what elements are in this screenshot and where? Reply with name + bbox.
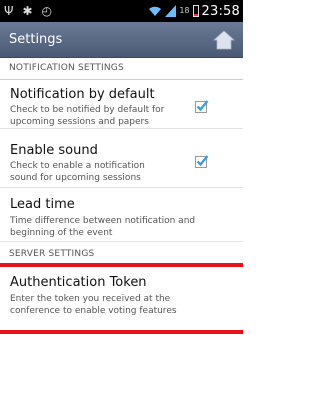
battery-level: 18 bbox=[179, 6, 190, 15]
pref-summary: Enter the token you received at the bbox=[10, 294, 171, 304]
pref-summary: sound for upcoming sessions bbox=[10, 173, 141, 183]
clock: 23:58 bbox=[201, 3, 240, 19]
enable-sound-checkbox[interactable] bbox=[195, 154, 209, 168]
section-label: SERVER SETTINGS bbox=[9, 249, 95, 259]
android-debug-icon: ✱ bbox=[22, 4, 33, 18]
status-right: 18 23:58 bbox=[148, 2, 240, 20]
pref-authentication-token[interactable]: Authentication Token Enter the token you… bbox=[0, 270, 243, 320]
pref-summary: Time difference between notification and bbox=[10, 216, 196, 226]
notification-default-checkbox[interactable] bbox=[195, 99, 209, 113]
status-left-icons: Ψ ✱ ◴ bbox=[4, 3, 52, 19]
section-label: NOTIFICATION SETTINGS bbox=[9, 63, 124, 73]
signal-icon bbox=[165, 5, 177, 17]
pref-title: Notification by default bbox=[10, 87, 155, 102]
pref-title: Authentication Token bbox=[10, 275, 147, 290]
pref-summary: conference to enable voting features bbox=[10, 306, 177, 316]
battery-icon bbox=[192, 5, 199, 17]
usb-icon: Ψ bbox=[4, 4, 14, 18]
pref-notification-default[interactable]: Notification by default Check to be noti… bbox=[0, 81, 243, 129]
settings-list: NOTIFICATION SETTINGS Notification by de… bbox=[0, 58, 243, 396]
highlight-line-top bbox=[0, 263, 243, 267]
alarm-icon: ◴ bbox=[41, 4, 52, 18]
pref-summary: Check to enable a notification bbox=[10, 161, 145, 171]
page-title: Settings bbox=[9, 32, 63, 47]
pref-summary: Check to be notified by default for bbox=[10, 105, 165, 115]
wifi-icon bbox=[149, 6, 162, 16]
highlight-line-bottom bbox=[0, 330, 243, 334]
home-icon[interactable] bbox=[213, 30, 235, 50]
status-bar: Ψ ✱ ◴ 18 23:58 bbox=[0, 0, 243, 22]
section-header-notification: NOTIFICATION SETTINGS bbox=[0, 58, 243, 80]
pref-summary: upcoming sessions and papers bbox=[10, 117, 149, 127]
pref-title: Enable sound bbox=[10, 143, 98, 158]
action-bar: Settings bbox=[0, 22, 243, 58]
pref-summary: beginning of the event bbox=[10, 228, 113, 238]
pref-title: Lead time bbox=[10, 197, 75, 212]
pref-enable-sound[interactable]: Enable sound Check to enable a notificat… bbox=[0, 138, 243, 188]
pref-lead-time[interactable]: Lead time Time difference between notifi… bbox=[0, 192, 243, 242]
